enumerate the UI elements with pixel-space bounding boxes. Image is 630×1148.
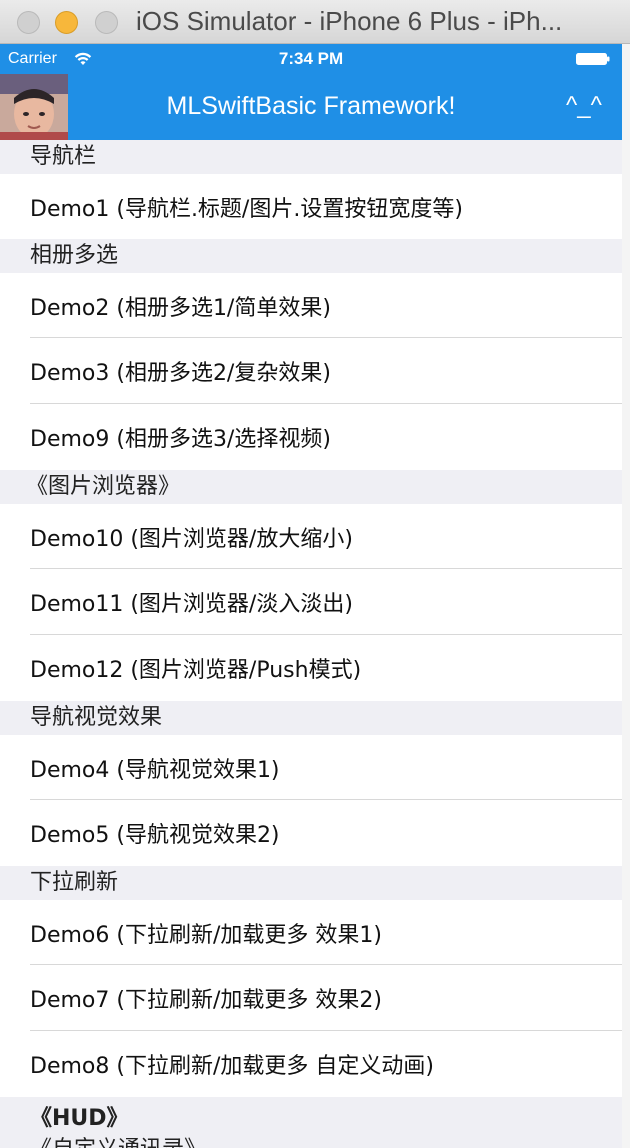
list-item[interactable]: Demo1 (导航栏.标题/图片.设置按钮宽度等): [0, 174, 622, 239]
row-label: Demo9 (相册多选3/选择视频): [30, 427, 331, 452]
list-item[interactable]: Demo8 (下拉刷新/加载更多 自定义动画): [0, 1031, 622, 1097]
list-item[interactable]: Demo11 (图片浏览器/淡入淡出): [0, 569, 622, 635]
zoom-button[interactable]: [95, 11, 118, 34]
battery-icon: [576, 53, 610, 65]
row-label: Demo12 (图片浏览器/Push模式): [30, 658, 362, 683]
section-header-navbar: 导航栏: [0, 140, 622, 174]
bottom-section-headers: 《HUD》 《自定义通讯录》: [0, 1097, 622, 1148]
section-header-hud: 《HUD》: [30, 1100, 129, 1132]
section-header-pull-refresh: 下拉刷新: [0, 866, 622, 900]
row-label: Demo11 (图片浏览器/淡入淡出): [30, 592, 353, 617]
row-label: Demo4 (导航视觉效果1): [30, 757, 280, 783]
nav-title: MLSwiftBasic Framework!: [166, 92, 456, 120]
row-label: Demo6 (下拉刷新/加载更多 效果1): [30, 922, 382, 948]
list-item[interactable]: Demo7 (下拉刷新/加载更多 效果2): [0, 965, 622, 1031]
list-item[interactable]: Demo3 (相册多选2/复杂效果): [0, 338, 622, 404]
close-button[interactable]: [17, 11, 40, 34]
section-header-album: 相册多选: [0, 239, 622, 273]
section-header-contacts: 《自定义通讯录》: [30, 1131, 206, 1148]
navigation-bar: Carrier 7:34 PM MLSwiftBasic Framework!: [0, 44, 622, 140]
list-item[interactable]: Demo9 (相册多选3/选择视频): [0, 404, 622, 470]
list-item[interactable]: Demo5 (导航视觉效果2): [0, 800, 622, 866]
list-item[interactable]: Demo10 (图片浏览器/放大缩小): [0, 504, 622, 569]
row-label: Demo3 (相册多选2/复杂效果): [30, 361, 331, 386]
row-label: Demo1 (导航栏.标题/图片.设置按钮宽度等): [30, 196, 463, 222]
nav-right-button[interactable]: ^_^: [566, 92, 602, 120]
status-time: 7:34 PM: [278, 49, 344, 68]
background-window-edge: [622, 0, 630, 1148]
list-item[interactable]: Demo2 (相册多选1/简单效果): [0, 273, 622, 338]
list-item[interactable]: Demo12 (图片浏览器/Push模式): [0, 635, 622, 701]
section-header-nav-visual: 导航视觉效果: [0, 701, 622, 735]
row-label: Demo5 (导航视觉效果2): [30, 823, 280, 848]
window-titlebar[interactable]: iOS Simulator - iPhone 6 Plus - iPh...: [0, 0, 630, 44]
window-title: iOS Simulator - iPhone 6 Plus - iPh...: [136, 6, 563, 36]
list-item[interactable]: Demo4 (导航视觉效果1): [0, 735, 622, 800]
row-label: Demo2 (相册多选1/简单效果): [30, 295, 331, 321]
row-label: Demo8 (下拉刷新/加载更多 自定义动画): [30, 1054, 434, 1079]
section-header-image-browser: 《图片浏览器》: [0, 470, 622, 504]
simulator-window: Carrier 7:34 PM MLSwiftBasic Framework!: [0, 0, 622, 1148]
row-label: Demo10 (图片浏览器/放大缩小): [30, 526, 353, 552]
hud-header-label: 《HUD》: [30, 1106, 129, 1131]
list-item[interactable]: Demo6 (下拉刷新/加载更多 效果1): [0, 900, 622, 965]
minimize-button[interactable]: [55, 11, 78, 34]
row-label: Demo7 (下拉刷新/加载更多 效果2): [30, 988, 382, 1013]
